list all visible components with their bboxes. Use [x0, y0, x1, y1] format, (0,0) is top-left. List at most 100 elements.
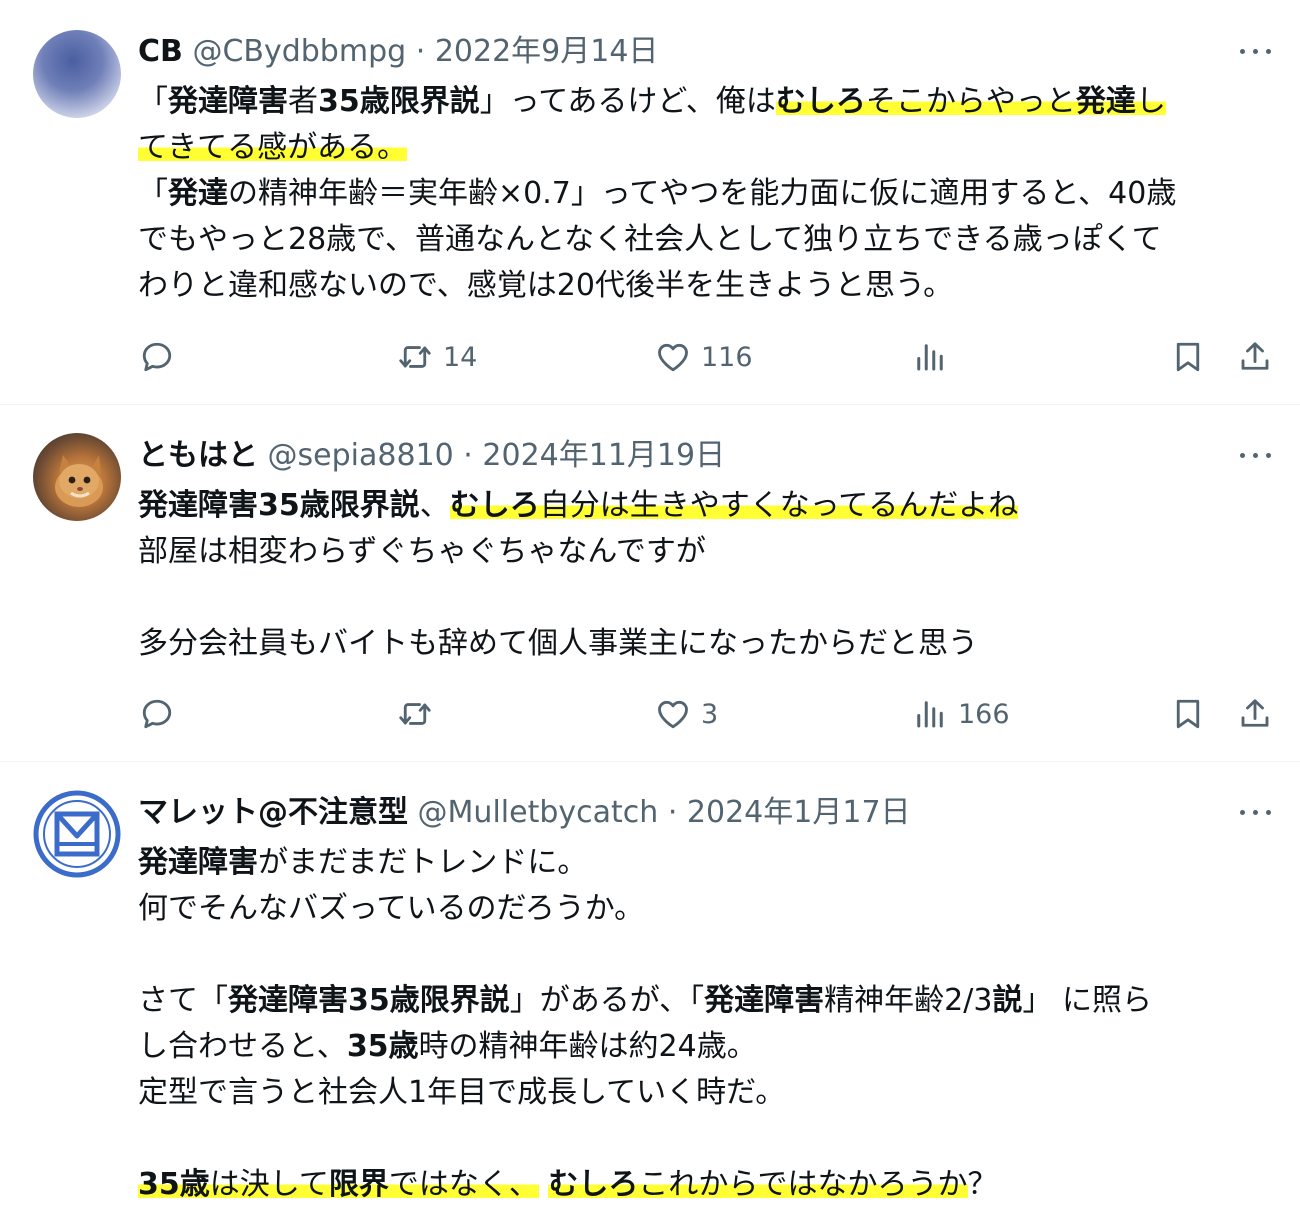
avatar[interactable]: [33, 790, 121, 878]
text-segment: 時の精神年齢は約24歳。: [418, 1029, 757, 1064]
text-segment: の精神年齢＝実年齢×0.7」ってやつを能力面に仮に適用すると、40歳: [228, 176, 1177, 211]
highlighted-text: 発達: [1075, 84, 1136, 119]
text-segment: 」ってあるけど、俺は: [479, 84, 776, 119]
tweet-header: ともはと @sepia8810 · 2024年11月19日: [138, 436, 725, 476]
text-segment: し合わせると、: [138, 1029, 347, 1064]
text-segment: 精神年齢2/3: [824, 983, 993, 1018]
like-icon: [658, 343, 688, 372]
like-count: 3: [701, 698, 719, 730]
action-bar: 14 116: [0, 334, 1300, 380]
retweet-button[interactable]: 14: [397, 334, 477, 380]
avatar[interactable]: [33, 433, 121, 521]
highlighted-text: は決して: [209, 1167, 329, 1202]
text-segment: わりと違和感ないので、感覚は20代後半を生きようと思う。: [138, 268, 954, 303]
bold-keyword: 発達障害: [138, 845, 258, 880]
like-button[interactable]: 3: [655, 691, 718, 737]
dot-separator: ·: [667, 795, 678, 830]
highlighted-text: むしろ: [548, 1167, 639, 1202]
tweet-text: 発達障害35歳限界説、むしろ自分は生きやすくなってるんだよね部屋は相変わらずぐち…: [138, 483, 1273, 667]
highlighted-text: し: [1135, 84, 1166, 119]
reply-icon: [142, 699, 172, 729]
highlighted-text: むしろ: [449, 488, 540, 523]
bookmark-icon: [1176, 342, 1200, 372]
text-line: し合わせると、35歳時の精神年齢は約24歳。: [138, 1024, 1273, 1070]
bookmark-button[interactable]: [1170, 334, 1206, 380]
more-icon[interactable]: [1238, 446, 1274, 466]
text-line: 多分会社員もバイトも辞めて個人事業主になったからだと思う: [138, 621, 1273, 667]
tweet-date[interactable]: 2022年9月14日: [435, 34, 659, 69]
reply-icon: [142, 342, 172, 372]
text-segment: がまだまだトレンドに。: [258, 845, 588, 880]
text-line: わりと違和感ないので、感覚は20代後半を生きようと思う。: [138, 263, 1273, 309]
retweet-icon: [399, 346, 431, 368]
share-button[interactable]: [1237, 334, 1273, 380]
bookmark-icon: [1176, 699, 1200, 729]
cat-avatar-image: [55, 455, 103, 507]
highlighted-text: てきてる感がある。: [138, 130, 408, 165]
views-button[interactable]: 166: [912, 691, 1010, 737]
views-count: 166: [958, 698, 1010, 730]
text-segment: でもやっと28歳で、普通なんとなく社会人として独り立ちできる歳っぽくて: [138, 222, 1162, 257]
display-name[interactable]: CB: [138, 34, 183, 69]
bold-keyword: 35歳: [346, 1029, 419, 1064]
text-segment: 者: [288, 84, 318, 119]
highlighted-text: 自分は生きやすくなってるんだよね: [539, 488, 1019, 523]
views-button[interactable]: [912, 334, 948, 380]
text-line: 発達障害がまだまだトレンドに。: [138, 840, 1273, 886]
text-segment: 部屋は相変わらずぐちゃぐちゃなんですが: [138, 534, 706, 569]
tweet-text: 発達障害がまだまだトレンドに。 何でそんなバズっているのだろうか。 さて「発達障害3…: [138, 840, 1273, 1208]
user-handle[interactable]: @CBydbbmpg: [192, 34, 406, 69]
tweet-text: 「発達障害者35歳限界説」ってあるけど、俺はむしろそこからやっと発達し てきてる感…: [138, 79, 1273, 309]
share-icon: [1241, 699, 1269, 727]
user-handle[interactable]: @Mulletbycatch: [418, 795, 659, 830]
tweet-header: CB @CBydbbmpg · 2022年9月14日: [138, 32, 658, 72]
bookmark-button[interactable]: [1170, 691, 1206, 737]
reply-button[interactable]: [139, 334, 175, 380]
text-segment: 「: [138, 84, 168, 119]
bold-keyword: 説: [992, 983, 1023, 1018]
text-segment: 「: [138, 176, 168, 211]
bold-keyword: 発達障害35歳限界説: [138, 488, 420, 523]
tweet-header: マレット@不注意型 @Mulletbycatch · 2024年1月17日: [138, 793, 911, 833]
highlighted-text: むしろ: [775, 84, 866, 119]
text-segment: さて「: [138, 983, 228, 1018]
action-bar: 3 166: [0, 691, 1300, 737]
reply-button[interactable]: [139, 691, 175, 737]
text-segment: 定型で言うと社会人1年目で成長していく時だ。: [138, 1075, 786, 1110]
text-line: 部屋は相変わらずぐちゃぐちゃなんですが: [138, 529, 1273, 575]
share-button[interactable]: [1237, 691, 1273, 737]
tweet[interactable]: CB @CBydbbmpg · 2022年9月14日 「発達障害者35歳限界説」…: [0, 0, 1300, 404]
tweet-date[interactable]: 2024年1月17日: [687, 795, 911, 830]
display-name[interactable]: ともはと: [138, 438, 258, 473]
views-icon: [917, 344, 943, 371]
more-icon[interactable]: [1238, 42, 1274, 62]
text-segment: ？: [967, 1167, 998, 1202]
highlighted-text: これからではなかろうか: [638, 1167, 968, 1202]
text-line: てきてる感がある。: [138, 125, 1273, 171]
bold-keyword: 発達障害: [704, 983, 825, 1018]
tweet-date[interactable]: 2024年11月19日: [482, 438, 725, 473]
text-segment: [539, 1167, 549, 1202]
retweet-button[interactable]: [397, 691, 433, 737]
text-line: 「発達の精神年齢＝実年齢×0.7」ってやつを能力面に仮に適用すると、40歳: [138, 171, 1273, 217]
bold-keyword: 発達: [168, 176, 228, 211]
text-segment: 、: [419, 488, 450, 523]
text-line: でもやっと28歳で、普通なんとなく社会人として独り立ちできる歳っぽくて: [138, 217, 1273, 263]
more-icon[interactable]: [1238, 803, 1274, 823]
display-name[interactable]: マレット@不注意型: [138, 795, 408, 830]
avatar[interactable]: [33, 30, 121, 118]
user-handle[interactable]: @sepia8810: [268, 438, 454, 473]
text-line: 「発達障害者35歳限界説」ってあるけど、俺はむしろそこからやっと発達し: [138, 79, 1273, 125]
like-button[interactable]: 116: [655, 334, 753, 380]
text-segment: 何でそんなバズっているのだろうか。: [138, 891, 645, 926]
bold-keyword: 発達障害35歳限界説: [228, 983, 510, 1018]
like-icon: [658, 700, 688, 729]
text-segment: 」があるが、「: [509, 983, 705, 1018]
highlighted-text: ではなく、: [388, 1167, 539, 1202]
tweet[interactable]: マレット@不注意型 @Mulletbycatch · 2024年1月17日 発達…: [0, 762, 1300, 1217]
tweet[interactable]: ともはと @sepia8810 · 2024年11月19日 発達障害35歳限界説…: [0, 405, 1300, 761]
highlighted-text: 限界: [328, 1167, 389, 1202]
m-logo-icon: [33, 790, 121, 878]
